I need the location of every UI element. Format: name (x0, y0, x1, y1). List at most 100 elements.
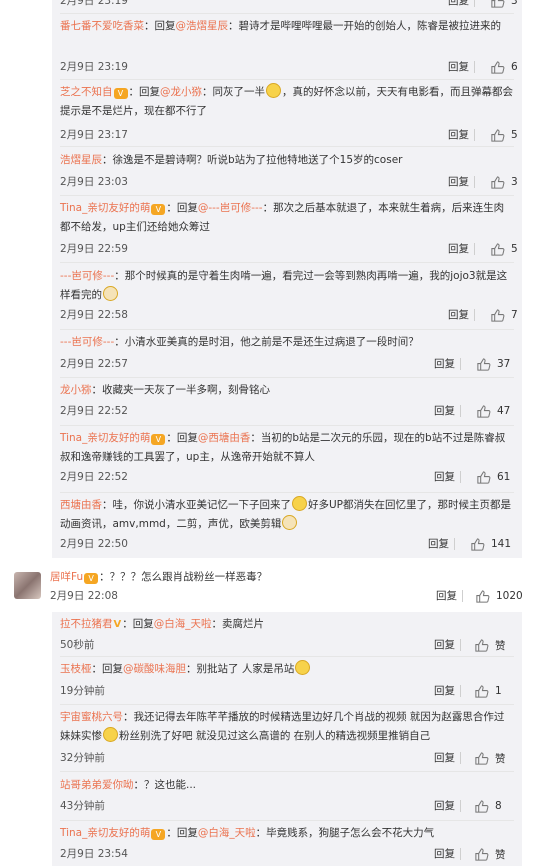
divider (60, 329, 514, 330)
comment-user[interactable]: Tina_亲切友好的萌 (60, 432, 150, 444)
comment-user[interactable]: 居咩Fu (50, 571, 83, 583)
mention-link[interactable]: @西塘由香 (198, 432, 251, 444)
thumbs-up-icon (491, 128, 505, 142)
reply-button[interactable]: 回复 (434, 798, 455, 814)
comment-time: 2月9日 23:19 (60, 61, 128, 73)
like-count: 37 (497, 358, 511, 370)
level-badge: V (151, 434, 166, 445)
comment-text: ：回复 (91, 663, 124, 675)
reply-button[interactable]: 回复 (434, 469, 455, 485)
divider (460, 358, 461, 370)
comment-text: ：徐逸是不是碧诗啊？听说b站为了拉他特地送了个15岁的coser (102, 154, 403, 166)
comment-time: 32分钟前 (60, 752, 105, 764)
divider (60, 704, 514, 705)
comment-time: 2月9日 23:54 (60, 848, 128, 860)
verified-icon: V (113, 619, 122, 630)
like-count: 61 (497, 471, 511, 483)
comment-user[interactable]: 拉不拉猪君 (60, 618, 113, 630)
level-badge: V (113, 88, 128, 99)
thumbs-up-icon (475, 638, 489, 652)
like-button[interactable]: 5 (490, 127, 518, 143)
like-button[interactable]: 7 (490, 307, 518, 323)
comment-user[interactable]: 西塘由香 (60, 499, 102, 511)
sub-comment: ---岜可修---：小清水亚美真的是时泪，他之前是不是还生过病退了一段时间？ 2… (60, 333, 514, 378)
emoji-icon (103, 286, 118, 301)
sub-comment: 番七番不爱吃香菜：回复@浩熠星辰：碧诗才是哔哩哔哩最一开始的创始人，陈睿是被拉进… (60, 17, 518, 80)
like-button[interactable]: 1 (474, 683, 502, 699)
like-button[interactable]: 5 (490, 241, 518, 257)
level-badge: V (84, 573, 99, 584)
sub-comment: Tina_亲切友好的萌 V ：回复@---岜可修---：那次之后基本就退了，本来就生… (60, 199, 518, 263)
like-button[interactable]: 赞 (474, 846, 506, 862)
like-button[interactable]: 61 (476, 469, 510, 485)
comment-user[interactable]: 站哥弟弟爱你呦 (60, 779, 134, 791)
divider (60, 146, 514, 147)
reply-button[interactable]: 回复 (448, 0, 469, 9)
like-button[interactable]: 37 (476, 356, 510, 372)
like-count: 141 (491, 538, 512, 550)
like-button[interactable]: 3 (490, 174, 518, 190)
emoji-icon (295, 660, 311, 675)
comment-user[interactable]: Tina_亲切友好的萌 (60, 202, 150, 214)
comment-user[interactable]: Tina_亲切友好的萌 (60, 827, 150, 839)
divider (454, 538, 455, 550)
like-button[interactable]: 1020 (475, 588, 523, 604)
reply-button[interactable]: 回复 (448, 174, 469, 190)
mention-link[interactable]: @浩熠星辰 (176, 20, 229, 32)
divider (60, 262, 514, 263)
divider (60, 820, 514, 821)
reply-button[interactable]: 回复 (448, 307, 469, 323)
reply-button[interactable]: 回复 (448, 59, 469, 75)
divider (460, 752, 461, 764)
like-button[interactable]: 赞 (474, 750, 506, 766)
mention-link[interactable]: @龙小猕 (160, 86, 202, 98)
emoji-icon (266, 83, 281, 98)
comment-user[interactable]: 浩熠星辰 (60, 154, 102, 166)
reply-button[interactable]: 回复 (448, 241, 469, 257)
comment-user[interactable]: ---岜可修--- (60, 270, 114, 282)
comment-user[interactable]: 龙小猕 (60, 384, 92, 396)
reply-button[interactable]: 回复 (448, 127, 469, 143)
comment-time: 2月9日 22:08 (50, 590, 118, 602)
like-button[interactable]: 8 (474, 798, 502, 814)
thumbs-up-icon (477, 404, 491, 418)
comment-time: 2月9日 22:52 (60, 405, 128, 417)
like-button[interactable]: 6 (490, 59, 518, 75)
mention-link[interactable]: @白海_天啦 (154, 618, 212, 630)
reply-button[interactable]: 回复 (434, 356, 455, 372)
reply-button[interactable]: 回复 (436, 588, 457, 604)
reply-button[interactable]: 回复 (434, 750, 455, 766)
mention-link[interactable]: @碳酸味海胆 (123, 663, 186, 675)
comment-user[interactable]: ---岜可修--- (60, 336, 114, 348)
comment-user[interactable]: 芝之不知自 (60, 86, 113, 98)
comment-text: ：回复 (166, 202, 198, 214)
comment-text: ：回复 (144, 20, 176, 32)
comment-user[interactable]: 番七番不爱吃香菜 (60, 20, 144, 32)
thumbs-up-icon (475, 847, 489, 861)
avatar[interactable] (14, 572, 41, 599)
like-button[interactable]: 141 (470, 536, 511, 552)
comment-user[interactable]: 宇宙蜜桃六号 (60, 711, 123, 723)
comment-user[interactable]: 玉枝桠 (60, 663, 92, 675)
comment-text: ：同灰了一半 (202, 86, 265, 98)
reply-button[interactable]: 回复 (434, 637, 455, 653)
mention-link[interactable]: @---岜可修--- (198, 202, 263, 214)
comment-text: ：小清水亚美真的是时泪，他之前是不是还生过病退了一段时间？ (114, 336, 419, 348)
like-button[interactable]: 47 (476, 403, 510, 419)
reply-button[interactable]: 回复 (434, 403, 455, 419)
like-count: 8 (495, 800, 502, 812)
comment-text: ：回复 (122, 618, 154, 630)
reply-button[interactable]: 回复 (434, 683, 455, 699)
like-button[interactable]: 3 (490, 0, 518, 9)
reply-button[interactable]: 回复 (434, 846, 455, 862)
thumbs-up-icon (475, 799, 489, 813)
mention-link[interactable]: @白海_天啦 (198, 827, 256, 839)
comment-text: ：别批站了 人家是吊站 (186, 663, 295, 675)
like-button[interactable]: 赞 (474, 637, 506, 653)
comment-time: 2月9日 22:57 (60, 358, 128, 370)
emoji-icon (292, 496, 307, 511)
comment-text: ：毕竟贱系，狗腿子怎么会不花大力气 (255, 827, 435, 839)
reply-button[interactable]: 回复 (428, 536, 449, 552)
divider (460, 471, 461, 483)
level-badge: V (151, 204, 166, 215)
